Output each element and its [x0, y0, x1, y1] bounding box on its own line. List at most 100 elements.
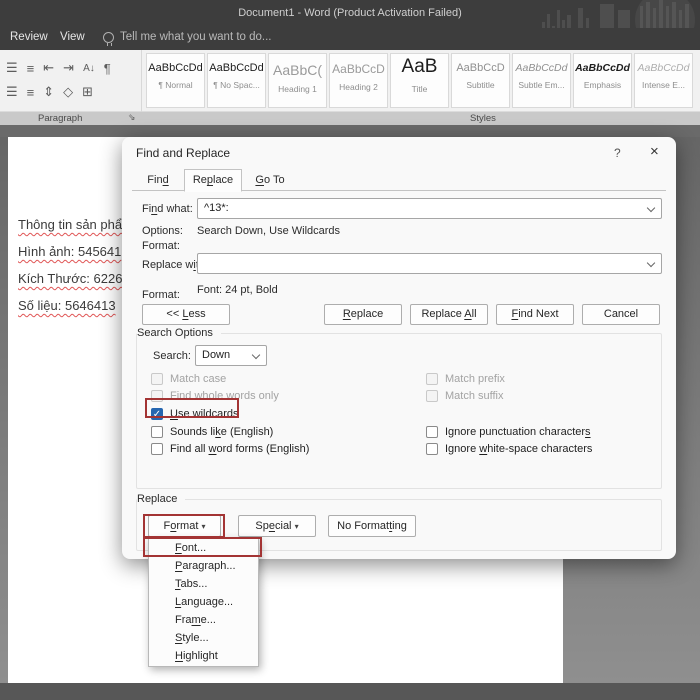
ribbon-tab-review[interactable]: Review: [10, 31, 48, 43]
style-label: Heading 1: [269, 84, 326, 94]
justify-icon[interactable]: ≡: [27, 85, 35, 100]
search-direction-value: Down: [202, 349, 230, 361]
decrease-indent-icon[interactable]: ⇤: [43, 60, 54, 76]
style-label: Intense E...: [635, 80, 692, 90]
increase-indent-icon[interactable]: ⇥: [63, 60, 74, 76]
doc-line: Số liệu: 5646413: [18, 298, 133, 313]
menu-item-style[interactable]: Style...: [149, 629, 258, 647]
status-area: [0, 683, 700, 700]
replace-button[interactable]: Replace: [324, 304, 402, 325]
checkbox-sounds-like[interactable]: Sounds like (English): [151, 424, 273, 440]
search-direction-dropdown[interactable]: Down: [195, 345, 267, 366]
style-title[interactable]: AaB Title: [390, 53, 449, 108]
cancel-button[interactable]: Cancel: [582, 304, 660, 325]
style-intense-emphasis[interactable]: AaBbCcDd Intense E...: [634, 53, 693, 108]
replace-all-button[interactable]: Replace All: [410, 304, 488, 325]
replace-with-input[interactable]: [197, 253, 662, 274]
chevron-down-icon[interactable]: [252, 351, 260, 359]
checkbox-match-case[interactable]: Match case: [151, 371, 226, 387]
menu-item-language[interactable]: Language...: [149, 593, 258, 611]
no-formatting-button[interactable]: No Formatting: [328, 515, 416, 537]
checkbox-box[interactable]: [426, 443, 438, 455]
checkbox-match-prefix[interactable]: Match prefix: [426, 371, 505, 387]
style-subtitle[interactable]: AaBbCcD Subtitle: [451, 53, 510, 108]
checkbox-ignore-whitespace[interactable]: Ignore white-space characters: [426, 441, 592, 457]
style-label: Subtle Em...: [513, 80, 570, 90]
format-button[interactable]: Format ▾: [148, 515, 221, 537]
special-button-label: Special: [255, 520, 291, 532]
numbered-list-icon[interactable]: ≡: [27, 61, 35, 76]
menu-item-highlight[interactable]: Highlight: [149, 647, 258, 665]
line-spacing-icon[interactable]: ⇕: [43, 84, 54, 100]
style-normal[interactable]: AaBbCcDd ¶ Normal: [146, 53, 205, 108]
style-preview: AaBbCcDd: [574, 62, 631, 74]
style-emphasis[interactable]: AaBbCcDd Emphasis: [573, 53, 632, 108]
shading-icon[interactable]: ◇: [63, 84, 73, 100]
checkbox-box[interactable]: [151, 426, 163, 438]
checkbox-box[interactable]: [151, 390, 163, 402]
bullet-list-icon[interactable]: ☰: [6, 60, 18, 76]
dropdown-arrow-icon: ▾: [295, 522, 299, 531]
style-heading-1[interactable]: AaBbC( Heading 1: [268, 53, 327, 108]
checkbox-whole-words[interactable]: Find whole words only: [151, 388, 279, 404]
menu-item-paragraph[interactable]: Paragraph...: [149, 557, 258, 575]
tab-find[interactable]: Find: [132, 170, 184, 191]
doc-line: Hình ảnh: 545641: [18, 244, 133, 259]
checkbox-label: Sounds like (English): [170, 426, 273, 438]
style-preview: AaBbCcD: [330, 62, 387, 76]
style-no-spacing[interactable]: AaBbCcDd ¶ No Spac...: [207, 53, 266, 108]
chevron-down-icon[interactable]: [647, 259, 655, 267]
align-left-icon[interactable]: ☰: [6, 84, 18, 100]
dialog-title: Find and Replace: [136, 146, 230, 160]
checkbox-box[interactable]: [426, 373, 438, 385]
find-next-button[interactable]: Find Next: [496, 304, 574, 325]
checkbox-box[interactable]: [426, 390, 438, 402]
format-value-2: Font: 24 pt, Bold: [197, 284, 278, 296]
style-preview: AaBbCcD: [452, 62, 509, 74]
tab-replace[interactable]: Replace: [184, 169, 242, 192]
close-icon[interactable]: ×: [650, 143, 659, 160]
less-button[interactable]: << Less: [142, 304, 230, 325]
options-value: Search Down, Use Wildcards: [197, 225, 340, 237]
style-subtle-emphasis[interactable]: AaBbCcDd Subtle Em...: [512, 53, 571, 108]
tell-me-box[interactable]: Tell me what you want to do...: [103, 31, 272, 43]
checkbox-box[interactable]: [151, 443, 163, 455]
menu-item-font[interactable]: Font...: [149, 539, 258, 557]
special-button[interactable]: Special ▾: [238, 515, 316, 537]
options-label: Options:: [142, 225, 183, 237]
dropdown-arrow-icon: ▾: [201, 522, 205, 531]
sort-icon[interactable]: A↓: [83, 63, 95, 74]
no-formatting-button-label: No Formatting: [337, 520, 407, 532]
checkbox-label: Match case: [170, 373, 226, 385]
titlebar: Document1 - Word (Product Activation Fai…: [0, 0, 700, 28]
checkbox-use-wildcards[interactable]: ✓ Use wildcards: [151, 406, 238, 422]
lightbulb-icon: [103, 32, 114, 43]
checkbox-box[interactable]: [426, 426, 438, 438]
tab-go-to[interactable]: Go To: [242, 170, 298, 191]
style-preview: AaBbCcDd: [147, 62, 204, 74]
pilcrow-icon[interactable]: ¶: [104, 61, 111, 76]
checkbox-match-suffix[interactable]: Match suffix: [426, 388, 504, 404]
menu-item-frame[interactable]: Frame...: [149, 611, 258, 629]
checkbox-word-forms[interactable]: Find all word forms (English): [151, 441, 309, 457]
borders-icon[interactable]: ⊞: [82, 84, 93, 100]
find-what-value: ^13*:: [204, 202, 229, 214]
checkbox-box[interactable]: ✓: [151, 408, 163, 420]
style-preview: AaBbC(: [269, 62, 326, 78]
checkbox-label: Match suffix: [445, 390, 504, 402]
style-heading-2[interactable]: AaBbCcD Heading 2: [329, 53, 388, 108]
styles-group-label: Styles: [470, 113, 496, 124]
checkbox-ignore-punctuation[interactable]: Ignore punctuation characters: [426, 424, 591, 440]
ribbon: ☰ ≡ ⇤ ⇥ A↓ ¶ ☰ ≡ ⇕ ◇ ⊞ AaBbCcDd ¶ Normal…: [0, 50, 700, 112]
dialog-launcher-icon[interactable]: ⇘: [128, 112, 136, 123]
checkbox-label: Ignore white-space characters: [445, 443, 592, 455]
help-icon[interactable]: ?: [614, 146, 621, 160]
ribbon-tab-view[interactable]: View: [60, 31, 85, 43]
doc-line: Kích Thước: 62265: [18, 271, 133, 286]
chevron-down-icon[interactable]: [647, 204, 655, 212]
search-options-legend: Search Options: [137, 327, 221, 339]
checkbox-box[interactable]: [151, 373, 163, 385]
find-what-input[interactable]: ^13*:: [197, 198, 662, 219]
menu-item-tabs[interactable]: Tabs...: [149, 575, 258, 593]
style-preview: AaB: [391, 56, 448, 78]
